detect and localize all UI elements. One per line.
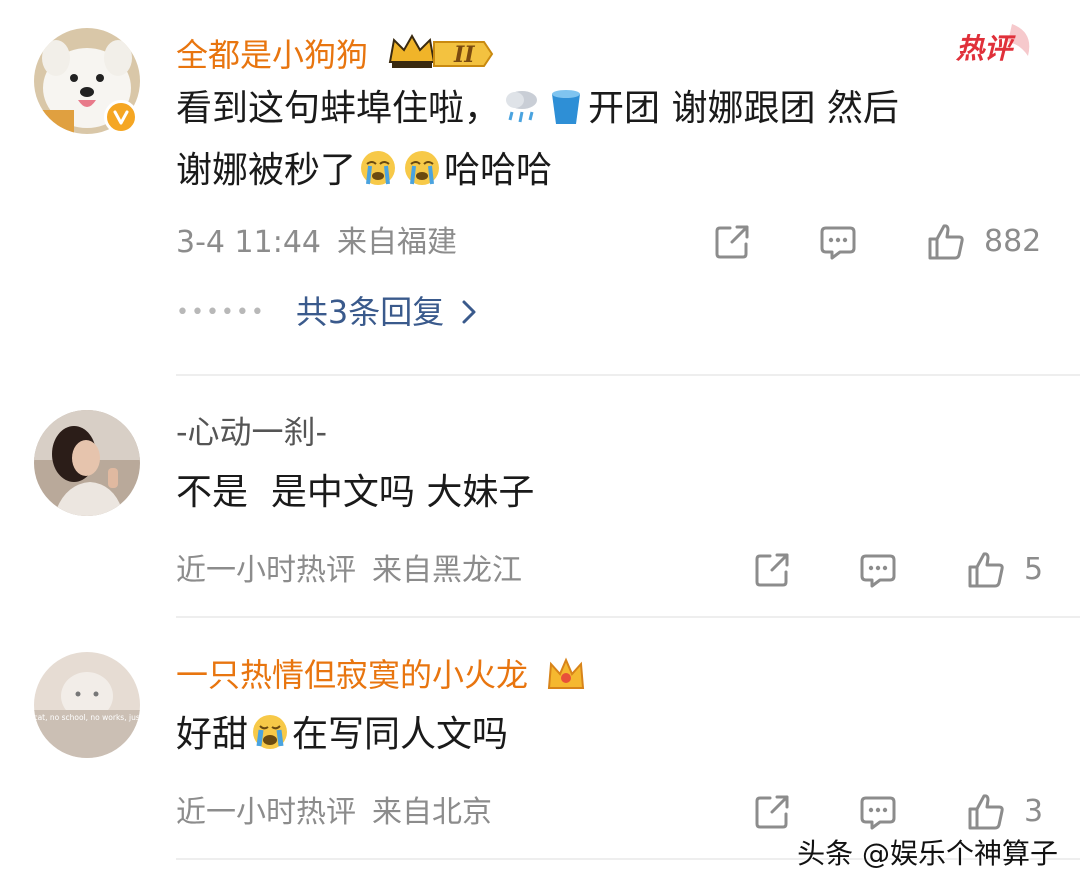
timestamp: 近一小时热评 [176,553,356,588]
share-button[interactable] [752,550,792,590]
comment-icon [820,226,856,260]
username[interactable]: 全都是小狗狗 II [176,32,496,77]
thumbs-up-icon [968,552,1004,588]
comment-text: 看到这句蚌埠住啦， 开团 谢娜跟团 然后 谢娜被秒了 哈哈哈 [176,88,899,191]
username-text: -心动一刹- [176,413,328,451]
view-replies-link[interactable]: •••••• 共3条回复 [176,296,478,328]
location: 来自黑龙江 [372,553,522,588]
replies-label: 共3条回复 [295,293,445,331]
thumbs-up-icon [968,794,1004,830]
avatar[interactable]: i wish i was a cat, no school, no works,… [34,652,140,758]
crown-icon [548,657,585,689]
comment-text: 不是 是中文吗 大妹子 [176,472,535,513]
chevron-right-icon [462,300,476,324]
like-button[interactable]: 3 [966,792,1043,832]
timestamp: 3-4 11:44 [176,225,321,260]
bucket-icon [552,90,581,124]
username-text: 全都是小狗狗 [176,36,369,74]
verified-v-icon [104,100,138,134]
like-button[interactable]: 5 [966,550,1043,590]
hot-comment-tag: 热评 [955,24,1030,64]
comment-divider [176,374,1080,376]
like-button[interactable]: 882 [926,222,1041,262]
username[interactable]: 一只热情但寂寞的小火龙 [176,656,586,692]
like-count: 882 [984,224,1042,259]
comment-icon [860,554,896,588]
username[interactable]: -心动一刹- [176,416,327,448]
username-text: 一只热情但寂寞的小火龙 [176,656,529,694]
crying-face-icon [253,715,288,749]
share-icon [715,225,749,259]
rain-cloud-icon [506,91,538,123]
share-icon [755,795,789,829]
timestamp: 近一小时热评 [176,795,356,830]
comment-button[interactable] [858,792,898,832]
watermark: 头条 @娱乐个神算子 [797,837,1058,870]
share-icon [755,553,789,587]
comment-button[interactable] [858,550,898,590]
share-button[interactable] [752,792,792,832]
crying-face-icon [405,151,440,185]
avatar[interactable] [34,410,140,516]
share-button[interactable] [712,222,752,262]
comment-divider [176,616,1080,618]
location: 来自福建 [337,225,457,260]
crying-face-icon [361,151,396,185]
comment-meta: 近一小时热评 来自黑龙江 [176,556,522,586]
svg-text:II: II [453,42,475,68]
comment-text: 好甜 在写同人文吗 [176,714,509,755]
comment-meta: 近一小时热评 来自北京 [176,798,492,828]
svg-text:热评: 热评 [955,33,1016,64]
avatar-caption: i wish i was a cat, no school, no works,… [34,713,140,722]
reply-dots: •••••• [176,299,266,325]
comment-meta: 3-4 11:44 来自福建 [176,228,457,258]
comment-button[interactable] [818,222,858,262]
like-count: 5 [1024,552,1044,587]
crown-level-badge: II [388,32,496,77]
location: 来自北京 [372,795,492,830]
comment-icon [860,796,896,830]
like-count: 3 [1024,794,1044,829]
thumbs-up-icon [928,224,964,260]
